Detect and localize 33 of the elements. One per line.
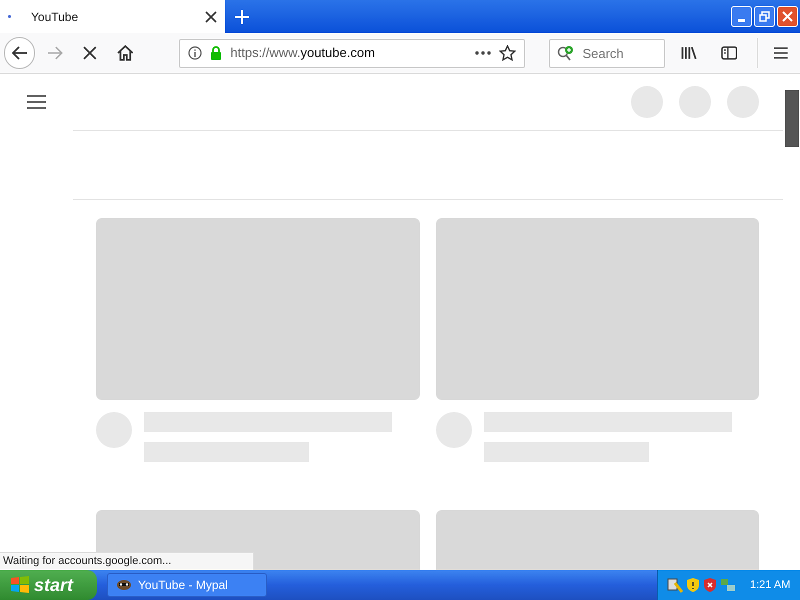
minimize-button[interactable] bbox=[731, 6, 752, 27]
clock-text: 1:21 AM bbox=[750, 578, 790, 593]
new-tab-icon[interactable] bbox=[235, 10, 249, 24]
close-icon[interactable] bbox=[205, 10, 217, 22]
home-icon[interactable] bbox=[116, 45, 134, 61]
sidebar-icon[interactable] bbox=[720, 46, 738, 60]
menu-icon[interactable] bbox=[774, 47, 788, 59]
star-icon[interactable] bbox=[499, 45, 516, 61]
windows-logo-icon bbox=[10, 576, 30, 594]
address-bar[interactable]: https://www.youtube.com bbox=[179, 38, 526, 68]
tray-icon[interactable] bbox=[667, 577, 683, 593]
close-button[interactable] bbox=[777, 6, 798, 27]
status-text: Waiting for accounts.google.com... bbox=[0, 552, 254, 570]
library-icon[interactable] bbox=[680, 46, 697, 60]
info-icon[interactable] bbox=[188, 46, 202, 60]
back-button[interactable] bbox=[4, 37, 36, 69]
menu-icon[interactable] bbox=[27, 95, 46, 109]
restore-icon bbox=[759, 11, 770, 22]
browser-tab[interactable]: YouTube bbox=[0, 0, 225, 33]
more-icon[interactable] bbox=[475, 51, 492, 55]
search-field[interactable]: Search bbox=[549, 38, 665, 68]
shield-icon[interactable] bbox=[703, 577, 717, 593]
start-button[interactable]: start bbox=[0, 570, 97, 600]
shield-icon[interactable] bbox=[686, 577, 700, 593]
app-icon bbox=[116, 578, 132, 592]
url-text: https://www.youtube.com bbox=[230, 44, 376, 62]
taskbar-button[interactable]: YouTube - Mypal bbox=[107, 573, 267, 597]
stop-icon[interactable] bbox=[83, 46, 97, 60]
restore-button[interactable] bbox=[754, 6, 775, 27]
close-icon bbox=[782, 11, 793, 22]
tab-title: YouTube bbox=[31, 8, 80, 26]
back-icon bbox=[12, 46, 28, 60]
scrollbar-thumb[interactable] bbox=[785, 90, 799, 147]
